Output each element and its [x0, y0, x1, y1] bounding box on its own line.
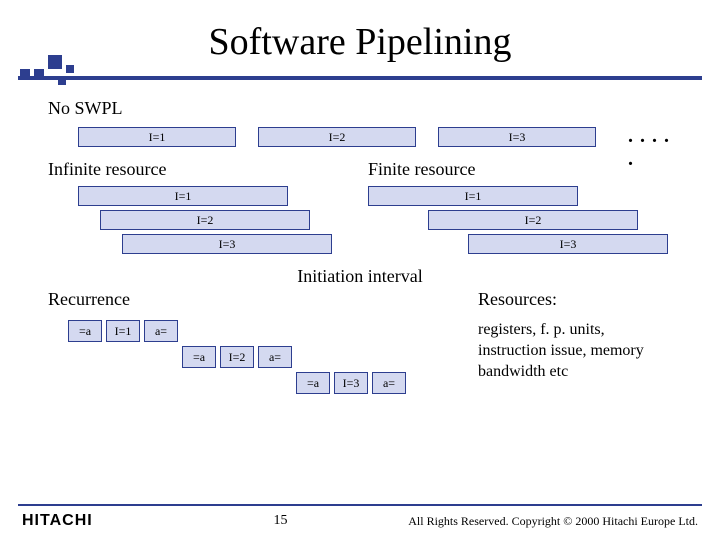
stagger-row-3: I=3 I=3: [48, 234, 672, 258]
bottom-row: Recurrence =a I=1 a= =a I=2 a= =a I=3 a=…: [48, 289, 672, 400]
resources-label: Resources:: [478, 289, 672, 310]
rec-cell: a=: [258, 346, 292, 368]
recurrence-diagram: =a I=1 a= =a I=2 a= =a I=3 a=: [48, 320, 478, 400]
finite-bar: I=3: [468, 234, 668, 254]
copyright-text: All Rights Reserved. Copyright © 2000 Hi…: [408, 514, 698, 529]
footer-content: HITACHI 15 All Rights Reserved. Copyrigh…: [0, 512, 720, 530]
infinite-bar: I=3: [122, 234, 332, 254]
stagger-row-2: I=2 I=2: [48, 210, 672, 234]
rec-cell: a=: [372, 372, 406, 394]
slide-title: Software Pipelining: [0, 20, 720, 64]
brand-logo: HITACHI: [22, 512, 93, 530]
noswpl-bar: I=1: [78, 127, 236, 147]
infinite-bar: I=2: [100, 210, 310, 230]
rec-cell: I=1: [106, 320, 140, 342]
rec-cell: =a: [68, 320, 102, 342]
ellipsis-dots: . . . . .: [628, 125, 672, 171]
slide-content: No SWPL I=1 I=2 I=3 . . . . . Infinite r…: [0, 80, 720, 400]
noswpl-label: No SWPL: [48, 98, 672, 119]
resource-labels-row: Infinite resource Finite resource: [48, 159, 672, 180]
rec-cell: a=: [144, 320, 178, 342]
rec-cell: =a: [296, 372, 330, 394]
slide-header: Software Pipelining: [0, 0, 720, 80]
noswpl-bar: I=2: [258, 127, 416, 147]
recurrence-column: Recurrence =a I=1 a= =a I=2 a= =a I=3 a=: [48, 289, 478, 400]
stagger-row-1: I=1 I=1: [48, 186, 672, 210]
finite-label: Finite resource: [368, 159, 475, 180]
recurrence-label: Recurrence: [48, 289, 478, 310]
page-number: 15: [93, 513, 409, 529]
infinite-bar: I=1: [78, 186, 288, 206]
rec-cell: =a: [182, 346, 216, 368]
noswpl-bar: I=3: [438, 127, 596, 147]
resources-text: registers, f. p. units, instruction issu…: [478, 320, 672, 382]
slide-footer: HITACHI 15 All Rights Reserved. Copyrigh…: [0, 504, 720, 530]
noswpl-row: I=1 I=2 I=3 . . . . .: [48, 127, 672, 151]
resources-column: Resources: registers, f. p. units, instr…: [478, 289, 672, 400]
initiation-interval-label: Initiation interval: [48, 266, 672, 287]
rec-cell: I=2: [220, 346, 254, 368]
finite-bar: I=2: [428, 210, 638, 230]
footer-divider: [18, 504, 702, 506]
infinite-label: Infinite resource: [48, 159, 368, 180]
rec-cell: I=3: [334, 372, 368, 394]
finite-bar: I=1: [368, 186, 578, 206]
